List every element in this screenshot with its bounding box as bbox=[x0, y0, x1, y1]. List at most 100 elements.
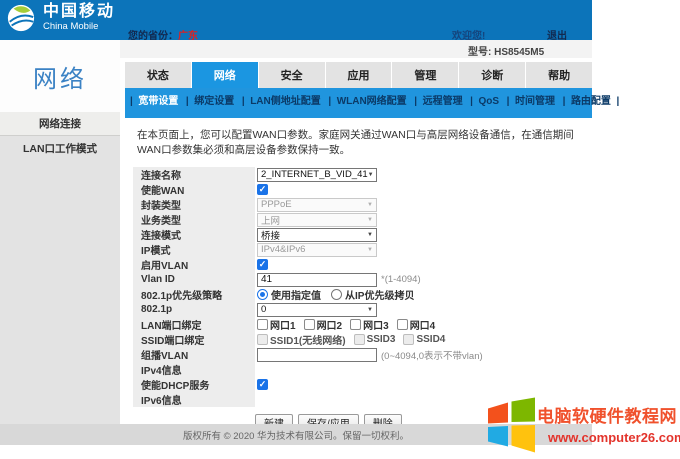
section-label: IPv6信息 bbox=[133, 392, 255, 407]
ssid4-checkbox bbox=[403, 334, 414, 345]
sidebar: 网络 网络连接 LAN口工作模式 bbox=[0, 40, 120, 424]
router-admin-page: 中国移动 China Mobile 您的省份：广东 欢迎您! 退出 型号: HS… bbox=[0, 0, 680, 459]
form-row-encapsulation: 封装类型 PPPoE ▼ bbox=[133, 197, 592, 212]
sidebar-item-label: LAN口工作模式 bbox=[23, 141, 97, 156]
watermark-site-name: 电脑软硬件教程网 bbox=[537, 402, 677, 427]
form-row-ipv4-info: IPv4信息 bbox=[133, 362, 592, 377]
field-label: IP模式 bbox=[133, 242, 255, 257]
chevron-down-icon: ▼ bbox=[367, 217, 373, 223]
field-label: 连接模式 bbox=[133, 227, 255, 242]
field-label: 连接名称 bbox=[133, 167, 255, 182]
subnav-qos[interactable]: QoS bbox=[469, 96, 505, 107]
field-label: 封装类型 bbox=[133, 197, 255, 212]
service-type-select: 上网 ▼ bbox=[257, 213, 377, 227]
field-label: 业务类型 bbox=[133, 212, 255, 227]
china-mobile-globe-icon bbox=[6, 3, 36, 33]
chevron-down-icon: ▼ bbox=[367, 247, 373, 253]
sidebar-item-lan-work-mode[interactable]: LAN口工作模式 bbox=[0, 136, 120, 160]
lan-port1-checkbox[interactable] bbox=[257, 319, 268, 330]
enable-vlan-checkbox[interactable] bbox=[257, 259, 268, 270]
lan-port2-checkbox[interactable] bbox=[304, 319, 315, 330]
sub-nav-bar: 宽带设置绑定设置LAN侧地址配置WLAN网络配置远程管理QoS时间管理路由配置 bbox=[125, 88, 592, 118]
subnav-wlan-config[interactable]: WLAN网络配置 bbox=[327, 96, 413, 107]
checkbox-label: 网口2 bbox=[317, 317, 343, 332]
sidebar-item-network-connection[interactable]: 网络连接 bbox=[0, 112, 120, 136]
encapsulation-select: PPPoE ▼ bbox=[257, 198, 377, 212]
checkbox-label: SSID4 bbox=[416, 334, 445, 345]
vlan-id-input[interactable] bbox=[257, 273, 377, 287]
form-row-ip-mode: IP模式 IPv4&IPv6 ▼ bbox=[133, 242, 592, 257]
model-number: 型号: HS8545M5 bbox=[468, 43, 544, 58]
subnav-time-management[interactable]: 时间管理 bbox=[506, 96, 562, 107]
tab-application[interactable]: 应用 bbox=[326, 62, 392, 88]
watermark-site-url: www.computer26.com bbox=[548, 430, 680, 445]
use-specified-value-radio[interactable] bbox=[257, 289, 268, 300]
tab-status[interactable]: 状态 bbox=[125, 62, 191, 88]
tab-diagnosis[interactable]: 诊断 bbox=[459, 62, 525, 88]
8021p-select[interactable]: 0 ▼ bbox=[257, 303, 377, 317]
tab-security[interactable]: 安全 bbox=[259, 62, 325, 88]
tab-help[interactable]: 帮助 bbox=[526, 62, 592, 88]
radio-label: 使用指定值 bbox=[271, 287, 321, 302]
ssid3-checkbox bbox=[354, 334, 365, 345]
selected-value: 桥接 bbox=[261, 228, 280, 242]
tab-network[interactable]: 网络 bbox=[192, 62, 258, 88]
selected-value: 0 bbox=[261, 304, 266, 315]
chevron-down-icon: ▼ bbox=[367, 202, 373, 208]
logo-en: China Mobile bbox=[43, 21, 115, 32]
form-row-enable-wan: 使能WAN bbox=[133, 182, 592, 197]
logo-text: 中国移动 China Mobile bbox=[43, 3, 115, 32]
sidebar-item-label: 网络连接 bbox=[39, 116, 81, 131]
chevron-down-icon: ▼ bbox=[368, 172, 374, 178]
checkbox-label: 网口1 bbox=[270, 317, 296, 332]
top-header: 中国移动 China Mobile 您的省份：广东 欢迎您! 退出 bbox=[0, 0, 592, 40]
field-label: 802.1p优先级策略 bbox=[133, 287, 255, 302]
form-row-vlan-id: Vlan ID *(1-4094) bbox=[133, 272, 592, 287]
checkbox-label: 网口4 bbox=[410, 317, 436, 332]
field-label: Vlan ID bbox=[133, 272, 255, 287]
subnav-remote-management[interactable]: 远程管理 bbox=[413, 96, 469, 107]
vlan-id-range-note: *(1-4094) bbox=[381, 274, 421, 285]
form-row-8021p: 802.1p 0 ▼ bbox=[133, 302, 592, 317]
form-row-connection-name: 连接名称 2_INTERNET_B_VID_41 ▼ bbox=[133, 167, 592, 182]
logo-cn: 中国移动 bbox=[43, 3, 115, 21]
form-row-multicast-vlan: 组播VLAN (0~4094,0表示不带vlan) bbox=[133, 347, 592, 362]
ssid1-checkbox bbox=[257, 334, 268, 345]
field-label: 使能WAN bbox=[133, 182, 255, 197]
radio-label: 从IP优先级拷贝 bbox=[345, 287, 414, 302]
enable-dhcp-checkbox[interactable] bbox=[257, 379, 268, 390]
enable-wan-checkbox[interactable] bbox=[257, 184, 268, 195]
lan-port3-checkbox[interactable] bbox=[350, 319, 361, 330]
form-row-connection-mode: 连接模式 桥接 ▼ bbox=[133, 227, 592, 242]
field-label: SSID端口绑定 bbox=[133, 332, 255, 347]
ip-mode-select: IPv4&IPv6 ▼ bbox=[257, 243, 377, 257]
sidebar-title: 网络 bbox=[0, 40, 120, 112]
tab-management[interactable]: 管理 bbox=[392, 62, 458, 88]
connection-name-select[interactable]: 2_INTERNET_B_VID_41 ▼ bbox=[257, 168, 377, 182]
sidebar-filler bbox=[0, 160, 120, 424]
field-label: 组播VLAN bbox=[133, 347, 255, 362]
form-row-lan-binding: LAN端口绑定 网口1 网口2 网口3 网口4 bbox=[133, 317, 592, 332]
form-row-priority-policy: 802.1p优先级策略 使用指定值 从IP优先级拷贝 bbox=[133, 287, 592, 302]
field-label: 启用VLAN bbox=[133, 257, 255, 272]
wan-config-form: 连接名称 2_INTERNET_B_VID_41 ▼ 使能WAN 封装类型 PP… bbox=[133, 167, 592, 407]
china-mobile-logo: 中国移动 China Mobile bbox=[6, 3, 115, 33]
lan-port4-checkbox[interactable] bbox=[397, 319, 408, 330]
checkbox-label: SSID3 bbox=[367, 334, 396, 345]
field-label: 使能DHCP服务 bbox=[133, 377, 255, 392]
copy-from-ip-priority-radio[interactable] bbox=[331, 289, 342, 300]
section-label: IPv4信息 bbox=[133, 362, 255, 377]
selected-value: 2_INTERNET_B_VID_41 bbox=[261, 169, 368, 180]
selected-value: IPv4&IPv6 bbox=[261, 244, 305, 255]
form-row-enable-vlan: 启用VLAN bbox=[133, 257, 592, 272]
subnav-broadband-settings[interactable]: 宽带设置 bbox=[129, 96, 185, 107]
main-tab-bar: 状态 网络 安全 应用 管理 诊断 帮助 bbox=[125, 62, 592, 88]
watermark-windows-flag-icon bbox=[486, 396, 536, 454]
subnav-binding-settings[interactable]: 绑定设置 bbox=[185, 96, 241, 107]
checkbox-label: 网口3 bbox=[363, 317, 389, 332]
subnav-route-config[interactable]: 路由配置 bbox=[562, 96, 621, 107]
multicast-vlan-input[interactable] bbox=[257, 348, 377, 362]
subnav-lan-address-config[interactable]: LAN侧地址配置 bbox=[241, 96, 327, 107]
connection-mode-select[interactable]: 桥接 ▼ bbox=[257, 228, 377, 242]
chevron-down-icon: ▼ bbox=[367, 307, 373, 313]
